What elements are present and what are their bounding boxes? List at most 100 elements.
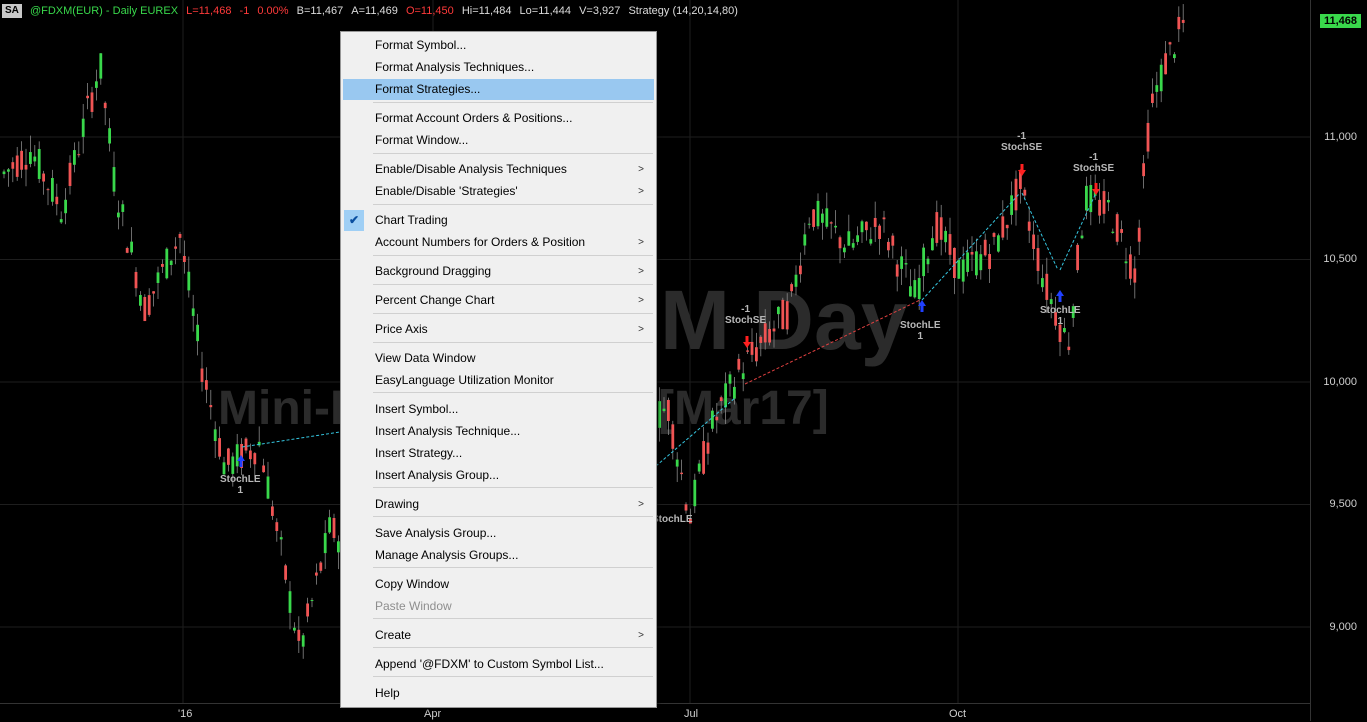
menu-item-label: Price Axis xyxy=(375,322,428,336)
menu-item-insert-symbol[interactable]: Insert Symbol... xyxy=(343,399,654,420)
current-price-marker: 11,468 xyxy=(1320,14,1362,28)
menu-item-label: Drawing xyxy=(375,497,420,511)
signal-qty: 1 xyxy=(237,485,244,496)
menu-item-format-strategies[interactable]: Format Strategies... xyxy=(343,79,654,100)
menu-item-label: Manage Analysis Groups... xyxy=(375,548,519,562)
menu-item-view-data-window[interactable]: View Data Window xyxy=(343,348,654,369)
signal-label-stochse-1: -1 StochSE xyxy=(725,304,766,326)
menu-item-enable-disable-strategies[interactable]: Enable/Disable 'Strategies' > xyxy=(343,181,654,202)
signal-qty: 1 xyxy=(917,331,924,342)
menu-item-label: Copy Window xyxy=(375,577,450,591)
menu-item-label: Enable/Disable Analysis Techniques xyxy=(375,162,567,176)
chevron-right-icon: > xyxy=(638,186,644,197)
menu-item-easylanguage-utilization-monitor[interactable]: EasyLanguage Utilization Monitor xyxy=(343,370,654,391)
signal-label-stochse-2: -1 StochSE xyxy=(1001,131,1042,153)
signal-qty: 1 xyxy=(1057,316,1064,327)
menu-item-format-analysis-techniques[interactable]: Format Analysis Techniques... xyxy=(343,57,654,78)
menu-item-insert-strategy[interactable]: Insert Strategy... xyxy=(343,443,654,464)
signal-label-stochle-partial: StochLE xyxy=(652,514,693,525)
menu-item-chart-trading[interactable]: ✔ Chart Trading xyxy=(343,210,654,231)
trade-line-long xyxy=(921,192,1021,301)
chevron-right-icon: > xyxy=(638,295,644,306)
short-entry-arrow-icon xyxy=(743,336,751,348)
menu-item-create[interactable]: Create > xyxy=(343,625,654,646)
menu-separator xyxy=(373,342,653,343)
price-tick-10500: 10,500 xyxy=(1323,253,1357,265)
menu-item-format-account-orders-positions[interactable]: Format Account Orders & Positions... xyxy=(343,108,654,129)
chevron-right-icon: > xyxy=(638,164,644,175)
menu-separator xyxy=(373,255,653,256)
menu-item-copy-window[interactable]: Copy Window xyxy=(343,574,654,595)
trade-line-long xyxy=(241,431,341,448)
signal-name: StochLE xyxy=(1040,305,1081,316)
price-chart[interactable]: M Day Mini-D us Contract [Mar17] SA @FDX… xyxy=(0,0,1367,721)
menu-item-label: View Data Window xyxy=(375,351,476,365)
menu-separator xyxy=(373,618,653,619)
menu-item-price-axis[interactable]: Price Axis > xyxy=(343,319,654,340)
menu-item-label: Create xyxy=(375,628,412,642)
menu-item-drawing[interactable]: Drawing > xyxy=(343,494,654,515)
chevron-right-icon: > xyxy=(638,324,644,335)
short-entry-arrow-icon xyxy=(1018,164,1026,176)
chevron-right-icon: > xyxy=(638,266,644,277)
trade-line-short xyxy=(1021,192,1059,271)
menu-item-label: Insert Analysis Technique... xyxy=(375,424,521,438)
menu-item-label: Percent Change Chart xyxy=(375,293,495,307)
menu-separator xyxy=(373,204,653,205)
menu-item-label: Insert Strategy... xyxy=(375,446,463,460)
time-tick-16: '16 xyxy=(178,708,193,720)
menu-item-percent-change-chart[interactable]: Percent Change Chart > xyxy=(343,290,654,311)
chevron-right-icon: > xyxy=(638,630,644,641)
menu-item-label: Help xyxy=(375,686,400,700)
signal-label-stochle-1: StochLE 1 xyxy=(220,474,261,496)
menu-item-label: Enable/Disable 'Strategies' xyxy=(375,184,518,198)
menu-item-enable-disable-analysis-techniques[interactable]: Enable/Disable Analysis Techniques > xyxy=(343,159,654,180)
time-tick-jul: Jul xyxy=(684,708,699,720)
menu-item-background-dragging[interactable]: Background Dragging > xyxy=(343,261,654,282)
menu-item-label: Format Analysis Techniques... xyxy=(375,60,535,74)
menu-separator xyxy=(373,487,653,488)
menu-item-label: Format Account Orders & Positions... xyxy=(375,111,573,125)
time-tick-apr: Apr xyxy=(424,708,442,720)
menu-item-insert-analysis-group[interactable]: Insert Analysis Group... xyxy=(343,465,654,486)
signal-name: StochSE xyxy=(725,315,767,326)
menu-separator xyxy=(373,676,653,677)
menu-item-label: Format Window... xyxy=(375,133,469,147)
menu-item-label: Account Numbers for Orders & Position xyxy=(375,235,586,249)
long-entry-arrow-icon xyxy=(918,300,926,312)
chevron-right-icon: > xyxy=(638,499,644,510)
menu-item-label: Save Analysis Group... xyxy=(375,526,497,540)
signal-qty: -1 xyxy=(741,304,751,315)
time-tick-oct: Oct xyxy=(949,708,967,720)
menu-item-save-analysis-group[interactable]: Save Analysis Group... xyxy=(343,523,654,544)
signal-name: StochSE xyxy=(1001,142,1043,153)
signal-label-stochle-2: StochLE 1 xyxy=(900,320,941,342)
menu-item-help[interactable]: Help xyxy=(343,683,654,704)
menu-item-manage-analysis-groups[interactable]: Manage Analysis Groups... xyxy=(343,545,654,566)
menu-item-account-numbers-for-orders-position[interactable]: Account Numbers for Orders & Position > xyxy=(343,232,654,253)
menu-item-label: Paste Window xyxy=(375,599,452,613)
chart-context-menu[interactable]: Format Symbol... Format Analysis Techniqu… xyxy=(340,31,657,708)
menu-item-format-window[interactable]: Format Window... xyxy=(343,130,654,151)
menu-item-append-fdxm-to-custom-symbol-list[interactable]: Append '@FDXM' to Custom Symbol List... xyxy=(343,654,654,675)
signal-name: StochLE xyxy=(220,474,261,485)
menu-item-label: Chart Trading xyxy=(375,213,448,227)
signal-qty: -1 xyxy=(1089,152,1099,163)
menu-item-label: Append '@FDXM' to Custom Symbol List... xyxy=(375,657,604,671)
menu-item-label: Insert Symbol... xyxy=(375,402,459,416)
menu-item-label: EasyLanguage Utilization Monitor xyxy=(375,373,554,387)
signal-name: StochSE xyxy=(1073,163,1115,174)
menu-item-format-symbol[interactable]: Format Symbol... xyxy=(343,35,654,56)
menu-item-insert-analysis-technique[interactable]: Insert Analysis Technique... xyxy=(343,421,654,442)
menu-separator xyxy=(373,647,653,648)
trade-line-long xyxy=(1059,194,1096,271)
menu-separator xyxy=(373,313,653,314)
price-tick-9500: 9,500 xyxy=(1329,498,1357,510)
price-tick-10000: 10,000 xyxy=(1323,376,1357,388)
signal-label-stochse-3: -1 StochSE xyxy=(1073,152,1114,174)
menu-item-paste-window: Paste Window xyxy=(343,596,654,617)
signal-name: StochLE xyxy=(900,320,941,331)
menu-item-label: Background Dragging xyxy=(375,264,492,278)
trade-line-long xyxy=(655,397,736,467)
signal-label-stochle-3: StochLE 1 xyxy=(1040,305,1081,327)
